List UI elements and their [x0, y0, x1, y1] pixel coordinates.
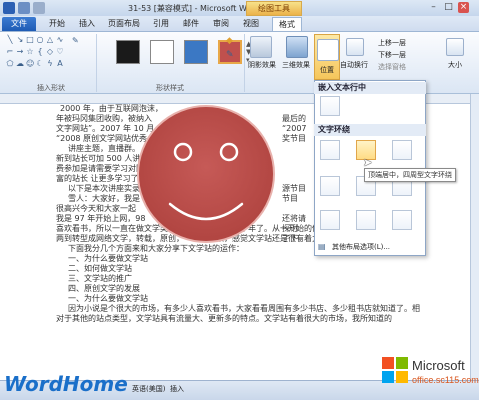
wrap-bottom-center-option[interactable]: [356, 210, 376, 230]
layout-options-icon: ▤: [318, 242, 326, 251]
doc-line: 探讨: [282, 224, 298, 233]
maximize-button[interactable]: □: [443, 2, 454, 13]
position-label: 位置: [320, 66, 334, 74]
inline-position-option[interactable]: [320, 96, 340, 116]
heart-shape-icon[interactable]: ♡: [56, 48, 64, 56]
tab-references[interactable]: 引用: [148, 17, 174, 31]
tab-format[interactable]: 格式: [272, 17, 302, 31]
diamond-shape-icon[interactable]: ◇: [46, 48, 54, 56]
send-backward-button[interactable]: 下移一层: [378, 50, 406, 60]
status-language[interactable]: 英语(美国): [132, 384, 165, 394]
wrap-top-left-option[interactable]: [320, 140, 340, 160]
brace-shape-icon[interactable]: {: [36, 48, 44, 56]
wordhome-logo: WordHome: [4, 372, 128, 396]
triangle-shape-icon[interactable]: △: [46, 36, 54, 44]
elbow-shape-icon[interactable]: ⌐: [6, 48, 14, 56]
bring-forward-button[interactable]: 上移一层: [378, 38, 406, 48]
curve-shape-icon[interactable]: ∿: [56, 36, 64, 44]
shadow-effects-icon[interactable]: [250, 36, 272, 58]
doc-line: 一、为什么要做文学站: [68, 294, 148, 303]
star-shape-icon[interactable]: ☆: [26, 48, 34, 56]
doc-line: 对于其他的站点类型，文学站具有流量大、更新多的特点。文学站有着很大的市场，我所知…: [56, 314, 392, 323]
fill-bucket-icon[interactable]: ◆: [226, 36, 238, 46]
group-divider: [96, 34, 97, 92]
threed-effects-icon[interactable]: [286, 36, 308, 58]
cloud-shape-icon[interactable]: ☁: [16, 60, 24, 68]
oval-shape-icon[interactable]: ○: [36, 36, 44, 44]
doc-line: 因为小说是个很大的市场，有多少人喜欢看书，大家看看周围有多少书店、多少租书店就知…: [68, 304, 420, 313]
style-swatch-white[interactable]: [150, 40, 174, 64]
doc-line: 奖节目: [282, 134, 306, 143]
position-button[interactable]: 位置: [314, 34, 340, 80]
arrow-shape-icon[interactable]: ↘: [16, 36, 24, 44]
wrap-middle-left-option[interactable]: [320, 176, 340, 196]
threed-effects-button[interactable]: 三维效果: [282, 60, 310, 70]
window-title: 31-53 [兼容模式] - Microsoft Word: [128, 4, 260, 13]
doc-line: 源节目: [282, 184, 306, 193]
vertical-scrollbar[interactable]: [470, 94, 479, 380]
size-icon[interactable]: [446, 38, 464, 56]
pentagon-shape-icon[interactable]: ⬠: [6, 60, 14, 68]
tab-home[interactable]: 开始: [44, 17, 70, 31]
wrap-top-right-option[interactable]: [392, 140, 412, 160]
wrap-text-button[interactable]: 自动换行: [340, 60, 368, 70]
doc-line: 二、如何做文学站: [68, 264, 132, 273]
minimize-button[interactable]: –: [428, 2, 439, 13]
edit-shape-icon[interactable]: ✎: [72, 36, 82, 48]
word-app-icon[interactable]: [3, 2, 15, 14]
doc-line: 还将请: [282, 214, 306, 223]
tab-file[interactable]: 文件: [2, 17, 36, 31]
doc-line: 节目: [282, 194, 298, 203]
doc-line: 三、文学站的推广: [68, 274, 132, 283]
line-shape-icon[interactable]: ╲: [6, 36, 14, 44]
position-icon: [317, 39, 339, 61]
inline-text-header: 嵌入文本行中: [314, 82, 426, 94]
style-swatch-blue[interactable]: [184, 40, 208, 64]
shadow-effects-button[interactable]: 阴影效果: [248, 60, 276, 70]
doc-line: “2007: [282, 124, 307, 133]
doc-line: 最后的: [282, 114, 306, 123]
wrap-text-icon[interactable]: [346, 38, 364, 56]
microsoft-logo-icon: [382, 357, 408, 383]
style-swatch-black[interactable]: [116, 40, 140, 64]
doc-line: 了下，: [282, 234, 306, 243]
position-tooltip: 顶端居中，四周型文字环绕: [364, 168, 456, 182]
insert-shapes-label: 插入形状: [37, 84, 65, 92]
arrow-right-shape-icon[interactable]: →: [16, 48, 24, 56]
document-right-column: 最后的 “2007 奖节目 源节目 节目 还将请 探讨 了下，: [282, 114, 312, 244]
shape-gallery[interactable]: ╲ ↘ □ ○ △ ∿ ⌐ → ☆ { ◇ ♡ ⬠ ☁ ☺ ☾ ϟ A: [6, 36, 74, 80]
tab-review[interactable]: 审阅: [208, 17, 234, 31]
textbox-shape-icon[interactable]: A: [56, 60, 64, 68]
rect-shape-icon[interactable]: □: [26, 36, 34, 44]
doc-line: 四、原创文学的发展: [68, 284, 140, 293]
lightning-shape-icon[interactable]: ϟ: [46, 60, 54, 68]
tab-page-layout[interactable]: 页面布局: [104, 17, 144, 31]
more-layout-options[interactable]: 其他布局选项(L)...: [332, 242, 390, 252]
watermark-url: office.sc115.com: [412, 375, 479, 385]
microsoft-watermark-text: Microsoft: [412, 358, 465, 373]
close-button[interactable]: ×: [458, 2, 469, 13]
outline-pen-icon[interactable]: ✎: [226, 50, 238, 60]
drawing-tools-header: 绘图工具: [246, 1, 302, 16]
group-divider: [244, 34, 245, 92]
undo-icon[interactable]: [33, 2, 45, 14]
save-icon[interactable]: [18, 2, 30, 14]
smiley-face-body[interactable]: [137, 105, 275, 243]
selection-pane-button[interactable]: 选择窗格: [378, 62, 406, 72]
moon-shape-icon[interactable]: ☾: [36, 60, 44, 68]
wrap-bottom-right-option[interactable]: [392, 210, 412, 230]
smiley-shape-icon[interactable]: ☺: [26, 60, 34, 68]
tab-insert[interactable]: 插入: [74, 17, 100, 31]
tab-view[interactable]: 视图: [238, 17, 264, 31]
size-button[interactable]: 大小: [448, 60, 462, 70]
status-mode[interactable]: 插入: [170, 384, 184, 394]
tab-mailings[interactable]: 邮件: [178, 17, 204, 31]
shape-styles-label: 形状样式: [156, 84, 184, 92]
wrap-bottom-left-option[interactable]: [320, 210, 340, 230]
smiley-face-shape[interactable]: [136, 104, 276, 244]
text-wrap-header: 文字环绕: [314, 124, 426, 136]
